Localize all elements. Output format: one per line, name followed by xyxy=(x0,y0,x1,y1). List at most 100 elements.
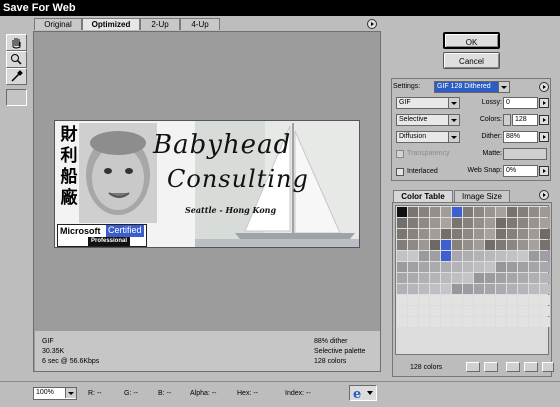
tab-optimized[interactable]: Optimized xyxy=(82,18,140,30)
color-swatch[interactable] xyxy=(507,240,517,250)
color-swatch[interactable] xyxy=(507,284,517,294)
color-swatch[interactable] xyxy=(419,317,429,327)
color-swatch[interactable] xyxy=(441,229,451,239)
color-swatch[interactable] xyxy=(452,251,462,261)
preview-menu-icon[interactable] xyxy=(367,19,377,29)
color-swatch[interactable] xyxy=(496,295,506,305)
color-swatch[interactable] xyxy=(474,218,484,228)
color-swatch[interactable] xyxy=(463,207,473,217)
color-swatch[interactable] xyxy=(430,273,440,283)
color-swatch[interactable] xyxy=(452,218,462,228)
map-color-icon[interactable] xyxy=(466,362,480,372)
color-swatch[interactable] xyxy=(419,207,429,217)
color-swatch[interactable] xyxy=(474,284,484,294)
color-swatch[interactable] xyxy=(452,207,462,217)
interlaced-checkbox[interactable] xyxy=(396,168,404,176)
color-swatch[interactable] xyxy=(496,240,506,250)
color-swatch[interactable] xyxy=(430,284,440,294)
color-swatch[interactable] xyxy=(474,207,484,217)
color-swatch[interactable] xyxy=(529,207,539,217)
color-swatch[interactable] xyxy=(540,273,550,283)
color-swatch[interactable] xyxy=(463,306,473,316)
color-swatch[interactable] xyxy=(408,229,418,239)
color-swatch[interactable] xyxy=(474,317,484,327)
color-swatch[interactable] xyxy=(430,229,440,239)
color-table-menu-icon[interactable] xyxy=(539,190,549,200)
color-swatch[interactable] xyxy=(463,240,473,250)
color-swatch[interactable] xyxy=(430,218,440,228)
color-swatch[interactable] xyxy=(540,240,550,250)
color-reduction-select[interactable]: Selective xyxy=(396,114,460,126)
color-swatch[interactable] xyxy=(463,218,473,228)
lock-color-icon[interactable] xyxy=(506,362,520,372)
tab-4up[interactable]: 4-Up xyxy=(180,18,220,30)
color-swatch[interactable] xyxy=(408,218,418,228)
browser-preview-button[interactable]: e xyxy=(349,385,377,402)
tab-color-table[interactable]: Color Table xyxy=(393,190,453,202)
color-swatch[interactable] xyxy=(408,251,418,261)
color-swatch[interactable] xyxy=(430,207,440,217)
color-swatch[interactable] xyxy=(518,306,528,316)
color-swatch[interactable] xyxy=(430,251,440,261)
color-swatch[interactable] xyxy=(397,317,407,327)
color-swatch[interactable] xyxy=(496,207,506,217)
color-swatch[interactable] xyxy=(485,306,495,316)
color-swatch[interactable] xyxy=(441,284,451,294)
color-swatch[interactable] xyxy=(540,317,550,327)
eyedropper-color-swatch[interactable] xyxy=(6,89,27,106)
color-swatch[interactable] xyxy=(507,273,517,283)
color-swatch[interactable] xyxy=(430,317,440,327)
color-swatch[interactable] xyxy=(419,295,429,305)
color-swatch[interactable] xyxy=(397,240,407,250)
transparency-checkbox[interactable] xyxy=(396,150,404,158)
color-swatch[interactable] xyxy=(529,218,539,228)
color-swatch[interactable] xyxy=(441,306,451,316)
color-swatch[interactable] xyxy=(463,284,473,294)
color-swatch[interactable] xyxy=(529,317,539,327)
color-swatch[interactable] xyxy=(441,295,451,305)
lossy-slider-icon[interactable] xyxy=(539,98,549,108)
color-swatch[interactable] xyxy=(540,218,550,228)
color-swatch[interactable] xyxy=(518,240,528,250)
color-swatch[interactable] xyxy=(408,262,418,272)
color-swatch[interactable] xyxy=(540,229,550,239)
color-swatch[interactable] xyxy=(474,229,484,239)
color-swatch[interactable] xyxy=(441,207,451,217)
color-swatch[interactable] xyxy=(496,251,506,261)
color-swatch[interactable] xyxy=(452,317,462,327)
color-swatch[interactable] xyxy=(518,251,528,261)
color-swatch[interactable] xyxy=(430,240,440,250)
color-swatch[interactable] xyxy=(518,317,528,327)
color-swatch[interactable] xyxy=(419,251,429,261)
color-swatch[interactable] xyxy=(507,229,517,239)
color-swatch[interactable] xyxy=(507,218,517,228)
dither-slider-icon[interactable] xyxy=(539,132,549,142)
color-swatch[interactable] xyxy=(540,251,550,261)
color-swatch[interactable] xyxy=(529,251,539,261)
color-swatch[interactable] xyxy=(507,306,517,316)
color-swatch[interactable] xyxy=(408,273,418,283)
color-swatch[interactable] xyxy=(518,295,528,305)
color-swatch[interactable] xyxy=(441,240,451,250)
color-swatch[interactable] xyxy=(540,207,550,217)
color-swatch[interactable] xyxy=(430,295,440,305)
tab-image-size[interactable]: Image Size xyxy=(454,190,510,202)
dither-input[interactable]: 88% xyxy=(503,131,538,143)
zoom-select[interactable]: 100% xyxy=(33,387,77,400)
optimize-menu-icon[interactable] xyxy=(539,82,549,92)
color-swatch[interactable] xyxy=(408,240,418,250)
color-swatch[interactable] xyxy=(408,207,418,217)
tab-2up[interactable]: 2-Up xyxy=(140,18,180,30)
color-swatch[interactable] xyxy=(397,295,407,305)
color-swatch[interactable] xyxy=(485,317,495,327)
color-swatch[interactable] xyxy=(430,306,440,316)
color-swatch[interactable] xyxy=(452,295,462,305)
color-swatch[interactable] xyxy=(419,218,429,228)
matte-select[interactable] xyxy=(503,148,547,160)
color-swatch[interactable] xyxy=(485,229,495,239)
color-swatch[interactable] xyxy=(408,295,418,305)
color-swatch[interactable] xyxy=(540,284,550,294)
color-swatch[interactable] xyxy=(474,262,484,272)
web-shift-icon[interactable] xyxy=(484,362,498,372)
color-swatch[interactable] xyxy=(408,284,418,294)
